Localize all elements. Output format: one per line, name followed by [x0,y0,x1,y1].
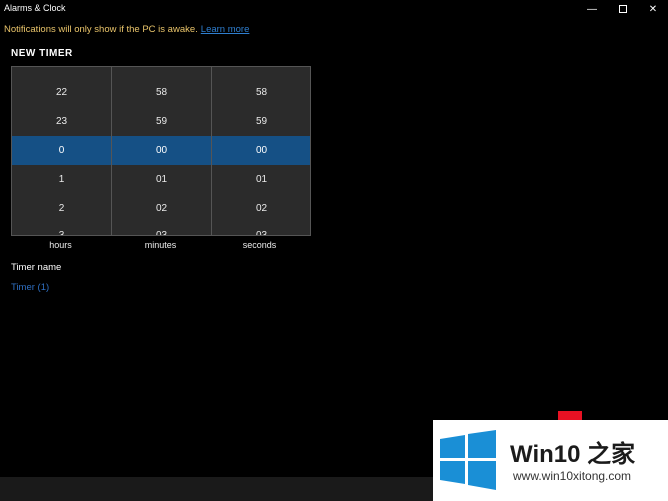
seconds-column[interactable]: 58 59 00 01 02 03 [211,67,310,235]
minutes-item[interactable]: 58 [112,87,211,98]
hours-item[interactable]: 23 [12,116,111,127]
seconds-item-selected[interactable]: 00 [212,145,310,156]
hours-item-selected[interactable]: 0 [12,145,111,156]
alarms-clock-window: Alarms & Clock — ✕ Notifications will on… [0,0,668,501]
seconds-item[interactable]: 59 [212,116,310,127]
hours-item[interactable]: 1 [12,174,111,185]
hours-label: hours [49,240,72,250]
close-icon: ✕ [648,3,658,15]
awake-notice: Notifications will only show if the PC i… [4,24,249,35]
time-picker[interactable]: 22 23 0 1 2 3 58 59 00 01 02 03 58 59 00… [11,66,311,236]
minimize-button[interactable]: — [577,0,607,18]
seconds-item[interactable]: 03 [212,230,310,235]
minutes-item[interactable]: 03 [112,230,211,235]
watermark-brand: Win10 之家 [510,441,636,468]
hours-item[interactable]: 3 [12,230,111,235]
close-button[interactable]: ✕ [638,0,668,18]
minutes-item[interactable]: 59 [112,116,211,127]
notice-text: Notifications will only show if the PC i… [4,24,198,35]
minutes-item-selected[interactable]: 00 [112,145,211,156]
timer-name-label: Timer name [11,262,62,273]
watermark-url: www.win10xitong.com [513,469,632,483]
minimize-icon: — [587,3,597,15]
hours-column[interactable]: 22 23 0 1 2 3 [12,67,111,235]
minutes-column[interactable]: 58 59 00 01 02 03 [111,67,211,235]
title-bar: Alarms & Clock — ✕ [0,0,668,18]
seconds-item[interactable]: 01 [212,174,310,185]
window-title: Alarms & Clock [4,3,66,13]
minutes-item[interactable]: 02 [112,203,211,214]
windows-logo-icon [440,430,496,490]
seconds-item[interactable]: 58 [212,87,310,98]
hours-item[interactable]: 2 [12,203,111,214]
page-title: NEW TIMER [11,48,73,59]
seconds-item[interactable]: 02 [212,203,310,214]
minutes-label: minutes [144,240,177,250]
seconds-label: seconds [242,240,277,250]
watermark: Win10 之家 www.win10xitong.com [433,420,668,501]
maximize-button[interactable] [608,0,638,18]
timer-name-field[interactable]: Timer (1) [11,282,49,293]
minutes-item[interactable]: 01 [112,174,211,185]
maximize-icon [619,5,627,13]
hours-item[interactable]: 22 [12,87,111,98]
learn-more-link[interactable]: Learn more [201,24,250,35]
